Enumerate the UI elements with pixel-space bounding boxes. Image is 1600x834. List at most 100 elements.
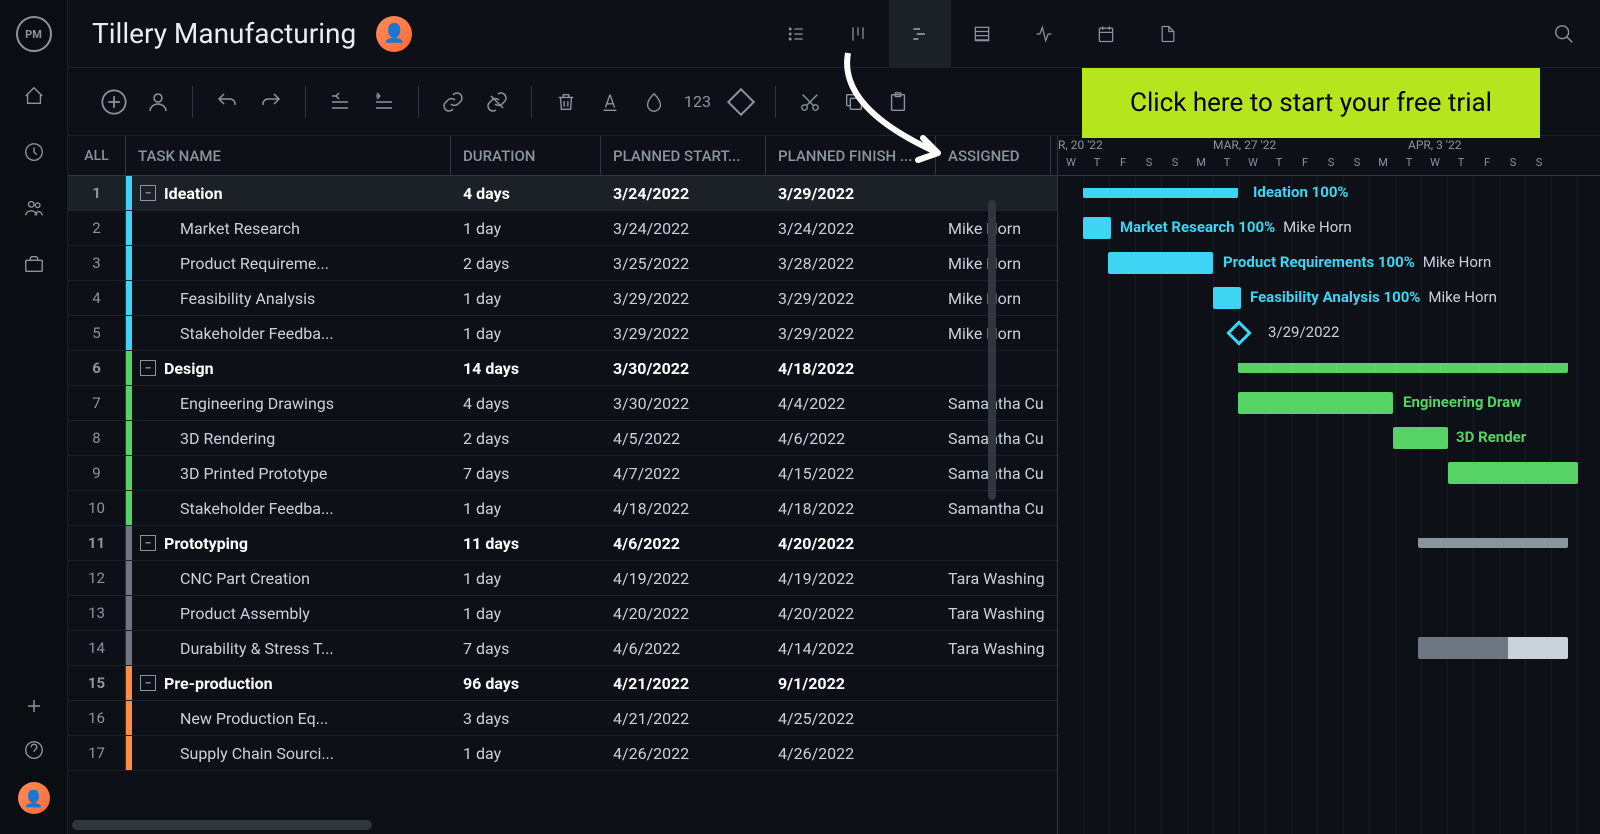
sheet-view-tab[interactable]	[951, 0, 1013, 68]
task-name-cell[interactable]: −Ideation	[132, 176, 451, 210]
duration-cell[interactable]: 4 days	[451, 386, 601, 420]
table-row[interactable]: 7 Engineering Drawings 4 days 3/30/2022 …	[68, 386, 1057, 421]
table-row[interactable]: 10 Stakeholder Feedba... 1 day 4/18/2022…	[68, 491, 1057, 526]
end-date-cell[interactable]: 4/26/2022	[766, 736, 936, 770]
gantt-body[interactable]: Ideation 100% Market Research 100%Mike H…	[1058, 176, 1600, 834]
assigned-cell[interactable]	[936, 526, 1051, 560]
unlink-button[interactable]	[479, 84, 515, 120]
task-name-cell[interactable]: 3D Rendering	[132, 421, 451, 455]
assigned-cell[interactable]	[936, 701, 1051, 735]
end-date-cell[interactable]: 4/4/2022	[766, 386, 936, 420]
task-name-cell[interactable]: Supply Chain Sourci...	[132, 736, 451, 770]
end-date-cell[interactable]: 3/29/2022	[766, 281, 936, 315]
end-date-cell[interactable]: 4/6/2022	[766, 421, 936, 455]
task-name-cell[interactable]: New Production Eq...	[132, 701, 451, 735]
start-date-cell[interactable]: 4/5/2022	[601, 421, 766, 455]
task-name-cell[interactable]: −Pre-production	[132, 666, 451, 700]
table-row[interactable]: 6 −Design 14 days 3/30/2022 4/18/2022	[68, 351, 1057, 386]
task-name-cell[interactable]: −Design	[132, 351, 451, 385]
duration-cell[interactable]: 1 day	[451, 316, 601, 350]
gantt-view-tab[interactable]	[889, 0, 951, 68]
task-name-cell[interactable]: −Prototyping	[132, 526, 451, 560]
table-row[interactable]: 17 Supply Chain Sourci... 1 day 4/26/202…	[68, 736, 1057, 771]
collapse-icon[interactable]: −	[140, 675, 156, 691]
delete-button[interactable]	[548, 84, 584, 120]
table-row[interactable]: 12 CNC Part Creation 1 day 4/19/2022 4/1…	[68, 561, 1057, 596]
duration-cell[interactable]: 3 days	[451, 701, 601, 735]
end-date-cell[interactable]: 4/15/2022	[766, 456, 936, 490]
duration-cell[interactable]: 1 day	[451, 736, 601, 770]
duration-cell[interactable]: 11 days	[451, 526, 601, 560]
table-row[interactable]: 3 Product Requireme... 2 days 3/25/2022 …	[68, 246, 1057, 281]
home-icon[interactable]	[22, 84, 46, 108]
task-name-cell[interactable]: 3D Printed Prototype	[132, 456, 451, 490]
duration-cell[interactable]: 14 days	[451, 351, 601, 385]
end-date-cell[interactable]: 9/1/2022	[766, 666, 936, 700]
table-row[interactable]: 9 3D Printed Prototype 7 days 4/7/2022 4…	[68, 456, 1057, 491]
start-date-cell[interactable]: 4/19/2022	[601, 561, 766, 595]
milestone-button[interactable]	[723, 84, 759, 120]
col-header-finish[interactable]: PLANNED FINISH ...	[766, 136, 936, 175]
milestone-icon[interactable]	[1226, 320, 1251, 345]
duration-cell[interactable]: 96 days	[451, 666, 601, 700]
table-row[interactable]: 1 −Ideation 4 days 3/24/2022 3/29/2022	[68, 176, 1057, 211]
table-row[interactable]: 13 Product Assembly 1 day 4/20/2022 4/20…	[68, 596, 1057, 631]
end-date-cell[interactable]: 3/24/2022	[766, 211, 936, 245]
duration-cell[interactable]: 7 days	[451, 631, 601, 665]
task-name-cell[interactable]: Durability & Stress T...	[132, 631, 451, 665]
start-date-cell[interactable]: 4/21/2022	[601, 666, 766, 700]
end-date-cell[interactable]: 3/29/2022	[766, 316, 936, 350]
start-date-cell[interactable]: 3/24/2022	[601, 211, 766, 245]
duration-cell[interactable]: 2 days	[451, 421, 601, 455]
briefcase-icon[interactable]	[22, 252, 46, 276]
start-date-cell[interactable]: 3/29/2022	[601, 316, 766, 350]
start-date-cell[interactable]: 4/6/2022	[601, 631, 766, 665]
end-date-cell[interactable]: 4/25/2022	[766, 701, 936, 735]
color-button[interactable]	[636, 84, 672, 120]
assigned-cell[interactable]	[936, 736, 1051, 770]
table-row[interactable]: 2 Market Research 1 day 3/24/2022 3/24/2…	[68, 211, 1057, 246]
task-name-cell[interactable]: Stakeholder Feedba...	[132, 316, 451, 350]
collapse-icon[interactable]: −	[140, 185, 156, 201]
table-row[interactable]: 5 Stakeholder Feedba... 1 day 3/29/2022 …	[68, 316, 1057, 351]
assigned-cell[interactable]: Tara Washing	[936, 631, 1051, 665]
team-icon[interactable]	[22, 196, 46, 220]
duration-cell[interactable]: 4 days	[451, 176, 601, 210]
help-icon[interactable]	[22, 738, 46, 762]
assign-button[interactable]	[140, 84, 176, 120]
add-task-button[interactable]	[96, 84, 132, 120]
paste-button[interactable]	[880, 84, 916, 120]
duration-cell[interactable]: 1 day	[451, 211, 601, 245]
start-date-cell[interactable]: 3/30/2022	[601, 351, 766, 385]
number-format-button[interactable]: 123	[680, 92, 715, 111]
col-header-all[interactable]: ALL	[68, 136, 126, 175]
start-date-cell[interactable]: 3/25/2022	[601, 246, 766, 280]
free-trial-cta-button[interactable]: Click here to start your free trial	[1082, 68, 1540, 138]
text-format-button[interactable]	[592, 84, 628, 120]
table-row[interactable]: 16 New Production Eq... 3 days 4/21/2022…	[68, 701, 1057, 736]
end-date-cell[interactable]: 4/20/2022	[766, 596, 936, 630]
task-name-cell[interactable]: Engineering Drawings	[132, 386, 451, 420]
cut-button[interactable]	[792, 84, 828, 120]
collapse-icon[interactable]: −	[140, 360, 156, 376]
start-date-cell[interactable]: 3/24/2022	[601, 176, 766, 210]
clock-icon[interactable]	[22, 140, 46, 164]
calendar-view-tab[interactable]	[1075, 0, 1137, 68]
task-name-cell[interactable]: Market Research	[132, 211, 451, 245]
task-name-cell[interactable]: Feasibility Analysis	[132, 281, 451, 315]
task-name-cell[interactable]: Product Assembly	[132, 596, 451, 630]
start-date-cell[interactable]: 4/20/2022	[601, 596, 766, 630]
duration-cell[interactable]: 1 day	[451, 561, 601, 595]
indent-button[interactable]	[366, 84, 402, 120]
table-row[interactable]: 8 3D Rendering 2 days 4/5/2022 4/6/2022 …	[68, 421, 1057, 456]
col-header-duration[interactable]: DURATION	[451, 136, 601, 175]
duration-cell[interactable]: 1 day	[451, 596, 601, 630]
start-date-cell[interactable]: 4/26/2022	[601, 736, 766, 770]
duration-cell[interactable]: 1 day	[451, 491, 601, 525]
start-date-cell[interactable]: 3/29/2022	[601, 281, 766, 315]
end-date-cell[interactable]: 4/20/2022	[766, 526, 936, 560]
end-date-cell[interactable]: 4/14/2022	[766, 631, 936, 665]
col-header-start[interactable]: PLANNED START...	[601, 136, 766, 175]
duration-cell[interactable]: 2 days	[451, 246, 601, 280]
task-name-cell[interactable]: Product Requireme...	[132, 246, 451, 280]
